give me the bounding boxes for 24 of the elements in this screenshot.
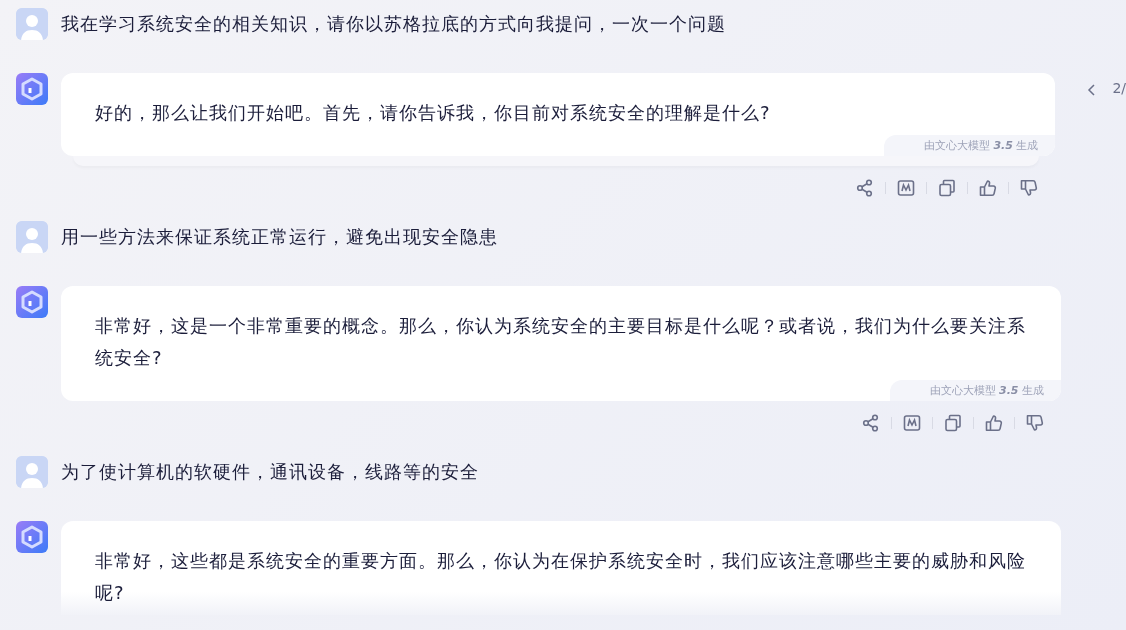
- thumbs-up-icon[interactable]: [984, 413, 1004, 433]
- assistant-avatar: [16, 286, 48, 318]
- user-message: 为了使计算机的软硬件，通讯设备，线路等的安全: [61, 460, 479, 484]
- assistant-avatar: [16, 521, 48, 553]
- assistant-message: 非常好，这是一个非常重要的概念。那么，你认为系统安全的主要目标是什么呢？或者说，我们为什么要关注系统安全?: [95, 314, 1027, 370]
- model-caption: 由文心大模型 3.5 生成: [883, 135, 1056, 156]
- assistant-message: 好的，那么让我们开始吧。首先，请你告诉我，你目前对系统安全的理解是什么?: [95, 101, 772, 125]
- thumbs-up-icon[interactable]: [978, 178, 999, 198]
- user-avatar: [16, 221, 48, 253]
- assistant-avatar: [16, 73, 48, 105]
- user-message: 我在学习系统安全的相关知识，请你以苏格拉底的方式向我提问，一次一个问题: [61, 12, 726, 36]
- assistant-message: 非常好，这些都是系统安全的重要方面。那么，你认为在保护系统安全时，我们应该注意哪些主要的威胁和风险呢?: [95, 549, 1027, 605]
- thumbs-down-icon[interactable]: [1019, 178, 1040, 198]
- copy-icon[interactable]: [937, 178, 958, 198]
- mind-map-icon[interactable]: [902, 413, 922, 433]
- thumbs-down-icon[interactable]: [1025, 413, 1045, 433]
- model-caption: 由文心大模型 3.5 生成: [889, 380, 1061, 401]
- share-icon[interactable]: [861, 413, 881, 433]
- user-avatar: [16, 8, 48, 40]
- user-avatar: [16, 456, 48, 488]
- user-message: 用一些方法来保证系统正常运行，避免出现安全隐患: [61, 225, 498, 249]
- mind-map-icon[interactable]: [896, 178, 917, 198]
- page-counter: 2/: [1112, 80, 1126, 98]
- copy-icon[interactable]: [943, 413, 963, 433]
